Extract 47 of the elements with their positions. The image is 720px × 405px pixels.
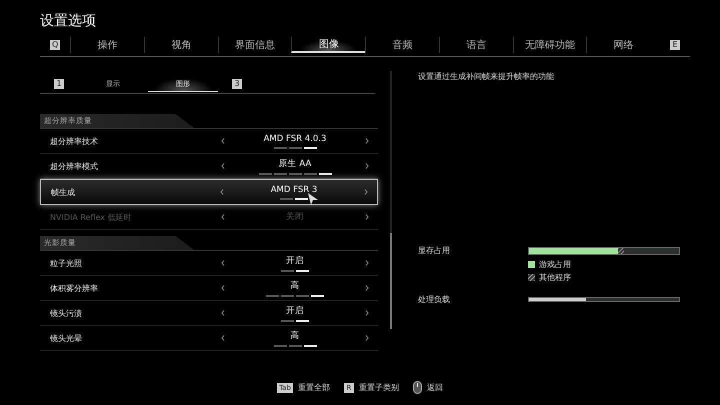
setting-value: 高 <box>290 330 300 342</box>
tab[interactable]: 视角 <box>144 37 218 53</box>
tab[interactable]: 语言 <box>438 37 513 53</box>
mouse-icon <box>412 381 422 394</box>
tab[interactable]: 音频 <box>365 37 439 53</box>
cursor-icon <box>307 192 319 206</box>
description-text: 设置通过生成补间帧来提升帧率的功能 <box>418 71 555 82</box>
setting-label: 超分辨率技术 <box>50 136 99 146</box>
setting-label: 粒子光照 <box>50 258 83 268</box>
setting-value: 原生 AA <box>278 158 312 170</box>
legend-label: 其他程序 <box>539 272 571 283</box>
meter-label: 处理负载 <box>418 294 451 305</box>
tab[interactable]: 图像 <box>291 37 366 53</box>
footer-action[interactable]: 返回 <box>426 382 443 393</box>
key-hint: 3 <box>232 79 242 89</box>
setting-value: 高 <box>290 280 300 292</box>
key-hint: 1 <box>54 79 64 89</box>
legend-label: 游戏占用 <box>539 259 571 270</box>
scrollbar-thumb[interactable] <box>390 233 392 329</box>
setting-value: AMD FSR 4.0.3 <box>264 134 326 144</box>
setting-row[interactable]: 镜头光晕 高 <box>40 326 378 351</box>
tab[interactable]: 无障碍功能 <box>512 37 586 53</box>
setting-value: 开启 <box>286 254 304 266</box>
setting-label: 镜头污渍 <box>50 308 83 318</box>
setting-label: NVIDIA Reflex 低延时 <box>50 212 133 222</box>
setting-row[interactable]: 超分辨率技术 AMD FSR 4.0.3 <box>40 129 378 154</box>
footer-action[interactable]: 重置全部 <box>298 382 330 393</box>
footer-action[interactable]: 重置子类别 <box>358 382 399 393</box>
key-hint: E <box>670 40 680 50</box>
legend-swatch <box>528 274 535 281</box>
setting-row[interactable]: 帧生成 AMD FSR 3 <box>40 179 378 205</box>
setting-label: 帧生成 <box>51 186 76 198</box>
tab[interactable]: 网络 <box>586 37 660 53</box>
setting-value: AMD FSR 3 <box>270 184 318 194</box>
setting-label: 超分辨率模式 <box>50 160 99 172</box>
setting-row[interactable]: 镜头污渍 开启 <box>40 301 378 326</box>
setting-value: 开启 <box>286 304 304 316</box>
tab[interactable]: 操作 <box>70 37 144 53</box>
setting-row[interactable]: 体积雾分辨率 高 <box>40 276 378 301</box>
meter-label: 显存占用 <box>418 245 451 256</box>
key-hint: Q <box>50 40 60 50</box>
setting-row[interactable]: 粒子光照 开启 <box>40 251 378 276</box>
setting-label: 体积雾分辨率 <box>50 282 99 294</box>
legend-swatch <box>528 261 535 268</box>
setting-label: 镜头光晕 <box>50 332 83 344</box>
setting-value: 关闭 <box>286 211 304 223</box>
window-title: 设置选项 <box>40 12 97 31</box>
